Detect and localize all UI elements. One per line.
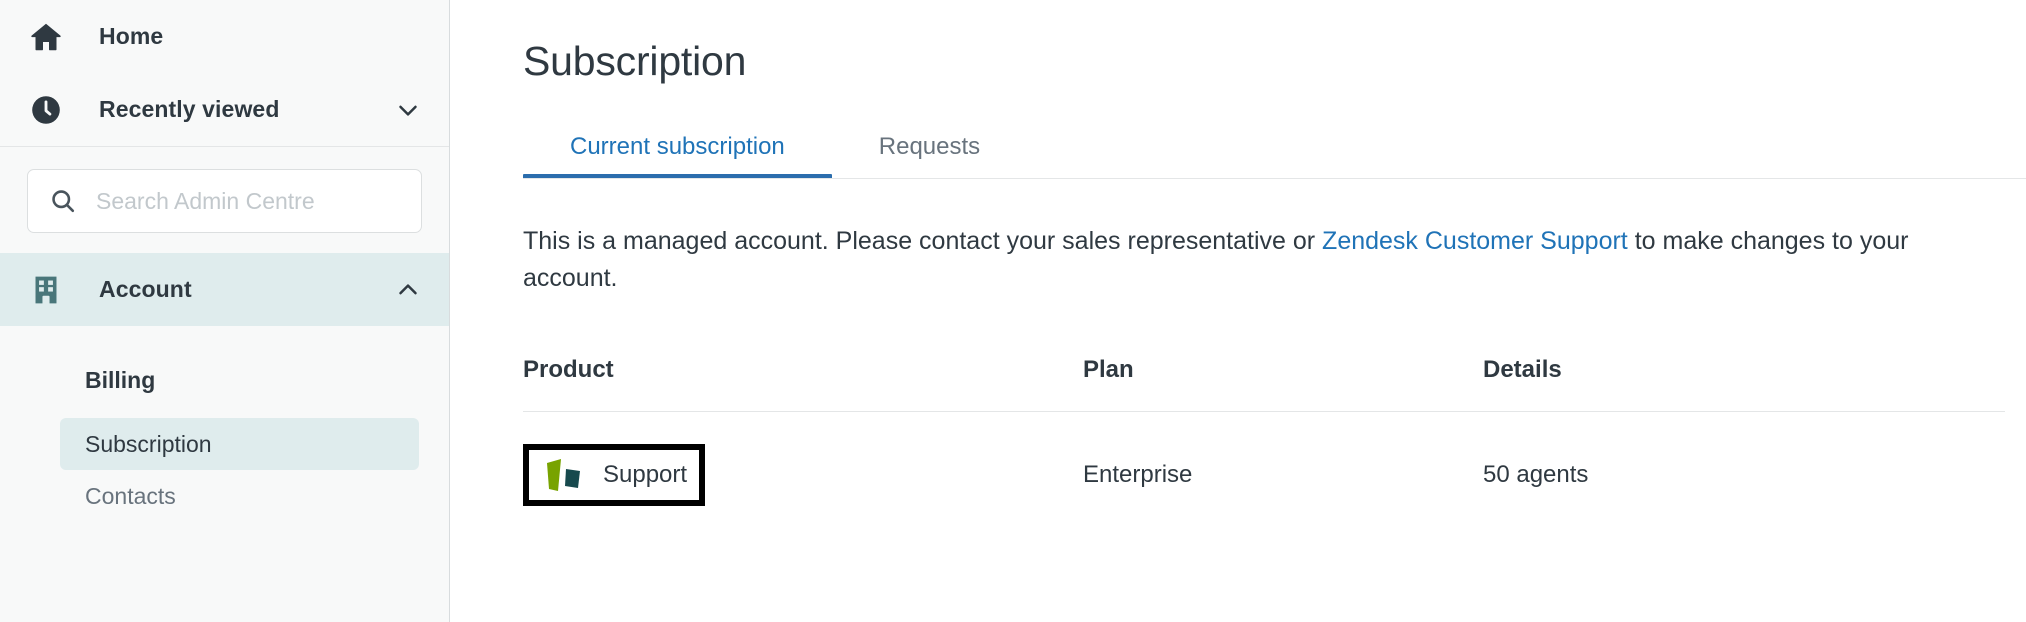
sidebar-item-home[interactable]: Home <box>0 0 449 73</box>
zendesk-customer-support-link[interactable]: Zendesk Customer Support <box>1322 227 1628 255</box>
managed-account-notice: This is a managed account. Please contac… <box>523 223 1973 296</box>
cell-details: 50 agents <box>1483 461 1589 488</box>
sidebar-item-account[interactable]: Account <box>0 253 449 326</box>
cell-product: Support <box>523 444 1083 506</box>
column-header-details: Details <box>1483 356 1562 383</box>
sidebar: Home Recently viewed Search Admin Centre… <box>0 0 450 622</box>
product-name-label: Support <box>603 461 688 488</box>
tab-requests-label: Requests <box>878 133 981 160</box>
notice-text-before: This is a managed account. Please contac… <box>523 227 1323 255</box>
tab-bar: Current subscription Requests <box>523 121 2026 179</box>
building-icon <box>26 273 66 307</box>
page-title: Subscription <box>523 38 747 84</box>
column-header-plan: Plan <box>1083 356 1134 383</box>
table-header-row: Product Plan Details <box>523 356 2005 412</box>
tab-bar-rule <box>523 178 2026 179</box>
cell-plan: Enterprise <box>1083 461 1193 488</box>
home-icon <box>26 19 66 55</box>
admin-centre-page: Home Recently viewed Search Admin Centre… <box>0 0 2026 622</box>
sidebar-subheading-billing: Billing <box>60 354 419 406</box>
sidebar-item-subscription-label: Subscription <box>85 430 212 457</box>
tab-current-subscription[interactable]: Current subscription <box>523 133 832 179</box>
subscription-table: Product Plan Details Support Enterprise … <box>523 356 2005 506</box>
main-content: Subscription Current subscription Reques… <box>450 0 2026 622</box>
search-icon <box>48 187 78 215</box>
column-header-product: Product <box>523 356 614 383</box>
sidebar-item-account-label: Account <box>99 276 192 302</box>
zendesk-support-logo-icon <box>539 455 593 495</box>
search-box[interactable] <box>27 169 422 233</box>
sidebar-primary-nav: Home Recently viewed <box>0 0 449 146</box>
clock-icon <box>26 92 66 128</box>
sidebar-item-recently-viewed-label: Recently viewed <box>99 96 280 122</box>
sidebar-item-home-label: Home <box>99 23 164 49</box>
tab-requests[interactable]: Requests <box>832 133 1027 179</box>
product-chip-support[interactable]: Support <box>523 444 706 506</box>
sidebar-item-subscription[interactable]: Subscription <box>60 418 419 470</box>
sidebar-subheading-billing-label: Billing <box>85 366 156 393</box>
sidebar-item-contacts-label: Contacts <box>85 482 176 509</box>
sidebar-item-contacts[interactable]: Contacts <box>60 470 419 522</box>
chevron-down-icon[interactable] <box>393 95 423 125</box>
sidebar-search-container <box>0 147 449 253</box>
sidebar-item-recently-viewed[interactable]: Recently viewed <box>0 73 449 146</box>
table-row: Support Enterprise 50 agents <box>523 412 2005 506</box>
chevron-up-icon[interactable] <box>393 275 423 305</box>
tab-current-subscription-label: Current subscription <box>570 133 785 160</box>
search-input[interactable] <box>96 187 401 215</box>
sidebar-account-subnav: Billing Subscription Contacts <box>0 326 449 522</box>
